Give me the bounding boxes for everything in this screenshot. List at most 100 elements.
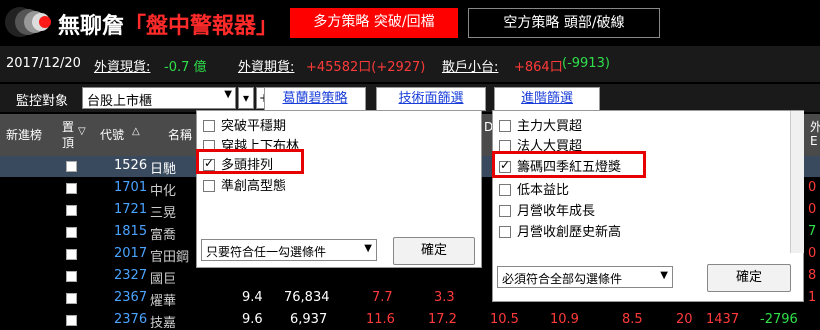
tab-short-strategy[interactable]: 空方策略 頭部/破線 xyxy=(468,8,660,38)
pin-checkbox[interactable] xyxy=(66,271,77,282)
foreign-spot-value: -0.7 億 xyxy=(164,60,207,75)
row-code: 2376 xyxy=(114,312,148,327)
row-name: 三晃 xyxy=(150,206,177,221)
highlight-box xyxy=(492,151,646,178)
row-right-value: 0 xyxy=(808,180,817,195)
app-name-prefix: 無聊詹 xyxy=(58,14,125,39)
header-pin-top[interactable]: 置 xyxy=(62,118,74,135)
option-low-pe[interactable]: 低本益比 xyxy=(499,179,570,198)
option-label: 月營收創歷史新高 xyxy=(517,225,622,240)
pin-checkbox[interactable] xyxy=(66,205,77,216)
checkbox[interactable] xyxy=(203,120,215,132)
advanced-filter-popup: 主力大買超 法人大買超 籌碼四季紅五燈獎 低本益比 月營收年成長 月營收創歷史新… xyxy=(492,110,804,302)
option-monthly-revenue-high[interactable]: 月營收創歷史新高 xyxy=(499,221,622,240)
pin-checkbox[interactable] xyxy=(66,249,77,260)
row-right-value: 7 xyxy=(808,224,817,239)
row-code: 2017 xyxy=(114,246,148,261)
scrollbar[interactable] xyxy=(790,111,804,253)
row-code: 2327 xyxy=(114,268,148,283)
row-code: 1815 xyxy=(114,224,148,239)
chevron-down-icon: ▾ xyxy=(242,91,250,105)
sort-triangle-icon[interactable]: ▽ xyxy=(78,126,86,137)
option-label: 主力大買超 xyxy=(517,119,583,134)
option-label: 突破平穩期 xyxy=(221,119,287,134)
match-mode-value: 必須符合全部勾選條件 xyxy=(502,272,623,286)
chevron-down-icon: ▼ xyxy=(364,243,372,254)
match-mode-select[interactable]: 只要符合任一勾選條件 ▼ xyxy=(201,239,377,261)
filter-row: 監控對象 台股上市櫃 ▼ ▾ + 葛蘭碧策略 技術面篩選 進階篩選 xyxy=(0,84,820,112)
option-major-buy[interactable]: 主力大買超 xyxy=(499,115,583,134)
row-name: 燿華 xyxy=(150,294,177,309)
checkbox[interactable] xyxy=(499,120,511,132)
technical-filter-button[interactable]: 技術面篩選 xyxy=(376,87,486,111)
row-v2: 76,834 xyxy=(284,290,330,305)
row-v4: 3.3 xyxy=(434,290,455,305)
row-code: 1701 xyxy=(114,180,148,195)
monitor-target-label: 監控對象 xyxy=(16,94,69,109)
highlight-box xyxy=(196,149,304,174)
header-new-in[interactable]: 新進榜 xyxy=(6,126,42,143)
pin-checkbox[interactable] xyxy=(66,183,77,194)
row-v4: 17.2 xyxy=(428,312,457,327)
foreign-futures-label[interactable]: 外資期貨: xyxy=(238,56,294,75)
monitor-target-select[interactable]: 台股上市櫃 ▼ xyxy=(82,87,236,109)
pin-checkbox[interactable] xyxy=(66,293,77,304)
pin-checkbox[interactable] xyxy=(66,227,77,238)
retail-value-b: (-9913) xyxy=(562,56,610,71)
checkbox[interactable] xyxy=(499,184,511,196)
row-v3: 7.7 xyxy=(372,290,393,305)
foreign-spot-label[interactable]: 外資現貨: xyxy=(94,56,150,75)
row-v6: 10.9 xyxy=(550,312,579,327)
row-code: 1526 xyxy=(114,158,148,173)
row-v5: 10.5 xyxy=(490,312,519,327)
pin-checkbox[interactable] xyxy=(66,161,77,172)
checkbox[interactable] xyxy=(499,205,511,217)
dropdown-arrow-button[interactable]: ▾ xyxy=(238,87,254,109)
tab-long-strategy[interactable]: 多方策略 突破/回檔 xyxy=(290,8,458,38)
row-name: 技嘉 xyxy=(150,316,177,330)
app-name-accent: 「盤中警報器」 xyxy=(124,14,279,39)
row-right-value: 8 xyxy=(808,268,817,283)
row-v9: 1437 xyxy=(706,312,740,327)
row-name: 國巨 xyxy=(150,272,177,287)
row-code: 2367 xyxy=(114,290,148,305)
advanced-filter-button[interactable]: 進階篩選 xyxy=(494,87,600,111)
header-code[interactable]: 代號 xyxy=(100,126,124,143)
option-near-high-pattern[interactable]: 準創高型態 xyxy=(203,175,287,194)
row-v3: 11.6 xyxy=(366,312,395,327)
checkbox[interactable] xyxy=(203,180,215,192)
option-label: 準創高型態 xyxy=(221,179,287,194)
row-v8: 20 xyxy=(676,312,693,327)
retail-label[interactable]: 散戶小台: xyxy=(442,56,498,75)
app-name: 無聊詹「盤中警報器」 xyxy=(58,8,278,40)
market-info-row: 2017/12/20 外資現貨: -0.7 億 外資期貨: +45582口(+2… xyxy=(0,46,820,82)
option-monthly-revenue-growth[interactable]: 月營收年成長 xyxy=(499,200,595,219)
granville-strategy-button[interactable]: 葛蘭碧策略 xyxy=(264,87,366,111)
header-right-bottom: E xyxy=(810,134,818,148)
header-pin-bottom: 頂 xyxy=(62,136,75,150)
option-breakout-stable[interactable]: 突破平穩期 xyxy=(203,115,287,134)
row-right-value: 0 xyxy=(808,246,817,261)
row-name: 官田鋼 xyxy=(150,250,190,265)
header-right-top: 外 xyxy=(810,120,820,134)
match-mode-value: 只要符合任一勾選條件 xyxy=(206,245,327,259)
confirm-button[interactable]: 確定 xyxy=(393,237,475,265)
sort-up-icon[interactable]: △ xyxy=(132,126,140,137)
table-row[interactable]: 2376 技嘉 9.6 6,937 11.6 17.2 10.5 10.9 8.… xyxy=(0,310,820,330)
info-date: 2017/12/20 xyxy=(6,56,81,71)
technical-filter-popup: 突破平穩期 穿越上下布林 多頭排列 準創高型態 只要符合任一勾選條件 ▼ 確定 xyxy=(196,110,482,268)
match-mode-select[interactable]: 必須符合全部勾選條件 ▼ xyxy=(497,266,673,288)
checkbox[interactable] xyxy=(499,226,511,238)
chevron-down-icon: ▼ xyxy=(224,89,232,100)
row-name: 中化 xyxy=(150,184,177,199)
row-v1: 9.4 xyxy=(242,290,263,305)
pin-checkbox[interactable] xyxy=(66,315,77,326)
row-right-value: 0 xyxy=(808,202,817,217)
confirm-button[interactable]: 確定 xyxy=(707,264,791,292)
title-bar: 無聊詹「盤中警報器」 多方策略 突破/回檔 空方策略 頭部/破線 xyxy=(0,0,820,44)
header-name[interactable]: 名稱 xyxy=(168,126,192,143)
option-label: 低本益比 xyxy=(517,183,570,198)
row-name: 日馳 xyxy=(150,162,177,177)
row-v7: 8.5 xyxy=(622,312,643,327)
foreign-futures-value: +45582口(+2927) xyxy=(306,60,426,75)
